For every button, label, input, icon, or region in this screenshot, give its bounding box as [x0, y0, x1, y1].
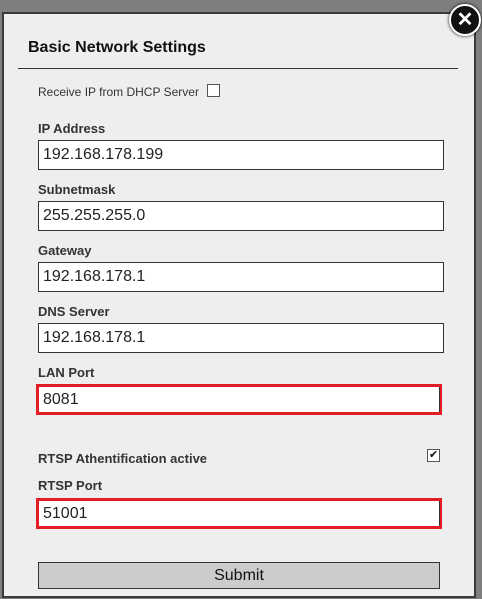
dns-server-label: DNS Server: [38, 304, 110, 319]
check-icon: ✔: [428, 449, 439, 461]
gateway-label: Gateway: [38, 243, 92, 258]
rtsp-auth-label: RTSP Athentification active: [38, 451, 208, 466]
ip-address-input[interactable]: [38, 140, 444, 170]
ip-address-label: IP Address: [38, 121, 106, 136]
lan-port-input[interactable]: [39, 387, 440, 412]
submit-button[interactable]: Submit: [38, 562, 440, 589]
rtsp-port-label: RTSP Port: [38, 478, 103, 493]
dns-server-input[interactable]: [38, 323, 444, 353]
gateway-input[interactable]: [38, 262, 444, 292]
lan-port-highlight: [36, 384, 442, 415]
dhcp-label: Receive IP from DHCP Server: [38, 85, 199, 99]
rtsp-port-input[interactable]: [39, 501, 440, 526]
dialog-title: Basic Network Settings: [28, 39, 206, 56]
close-button[interactable]: ✕: [449, 4, 481, 36]
subnetmask-label: Subnetmask: [38, 182, 116, 197]
lan-port-label: LAN Port: [38, 365, 95, 380]
rtsp-port-highlight: [36, 498, 442, 529]
rtsp-auth-checkbox[interactable]: ✔: [427, 449, 440, 462]
close-icon: ✕: [456, 9, 474, 31]
dhcp-checkbox[interactable]: [207, 84, 220, 97]
subnetmask-input[interactable]: [38, 201, 444, 231]
divider: [18, 68, 458, 69]
